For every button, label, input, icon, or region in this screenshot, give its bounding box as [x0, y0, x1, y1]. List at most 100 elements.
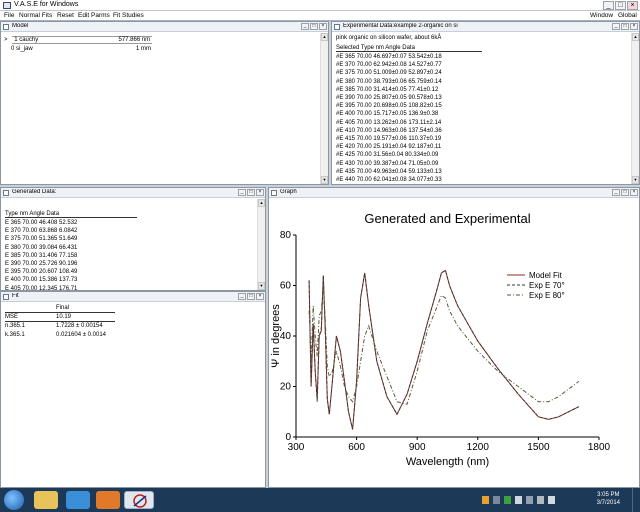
menu-window[interactable]: Window	[590, 12, 613, 19]
generated-scrollbar[interactable]: ▲ ▼	[257, 199, 265, 290]
internet-explorer-icon[interactable]	[66, 491, 90, 509]
table-row[interactable]: E 375 70.00 51.365 51.649	[5, 236, 77, 242]
model-window-title-bar[interactable]: Model _ □ ×	[1, 22, 328, 32]
menu-global[interactable]: Global	[618, 12, 637, 19]
fit-window: Fit _ □ × Final MSE 10.19 n.365.1 1.7228…	[0, 291, 266, 488]
window-icon	[3, 294, 9, 300]
experimental-scrollbar[interactable]: ▲ ▼	[631, 33, 639, 184]
file-explorer-icon[interactable]	[34, 491, 58, 509]
table-row[interactable]: #E 375 70.00 51.009±0.09 52.897±0.24	[336, 70, 442, 76]
menu-reset[interactable]: Reset	[57, 12, 74, 19]
legend-label: Exp E 80°	[529, 291, 565, 300]
tray-network-icon[interactable]	[537, 496, 544, 504]
table-row[interactable]: #E 440 70.00 62.041±0.08 34.077±0.33	[336, 177, 442, 183]
menu-file[interactable]: File	[4, 12, 14, 19]
table-row[interactable]: E 380 70.00 39.084 66.431	[5, 245, 77, 251]
taskbar-clock[interactable]: 3:05 PM 3/7/2014	[597, 491, 620, 507]
experimental-table-header: Selected Type nm Angle Data	[336, 45, 482, 52]
scroll-up-icon[interactable]: ▲	[632, 33, 639, 41]
menu-fit-studies[interactable]: Fit Studies	[113, 12, 144, 19]
generated-window-title-bar[interactable]: Generated Data: _ □ ×	[1, 188, 265, 198]
table-row[interactable]: E 385 70.00 31.406 77.158	[5, 253, 77, 259]
minimize-button[interactable]: _	[238, 189, 246, 196]
maximize-button[interactable]: □	[621, 23, 629, 30]
table-row[interactable]: E 395 70.00 20.607 108.49	[5, 269, 77, 275]
show-desktop-button[interactable]	[632, 488, 640, 512]
app-window-controls: _ □ ×	[603, 1, 638, 10]
table-row[interactable]: #E 370 70.00 62.942±0.08 14.527±0.77	[336, 62, 442, 68]
maximize-button[interactable]: □	[310, 23, 318, 30]
tray-volume-icon[interactable]	[548, 496, 555, 504]
table-row[interactable]: #E 430 70.00 39.387±0.04 71.05±0.09	[336, 161, 438, 167]
experimental-window-title-bar[interactable]: Experimental Data:example 2-organic on s…	[332, 22, 639, 32]
table-row[interactable]: #E 420 70.00 25.191±0.04 92.187±0.11	[336, 144, 441, 150]
close-button[interactable]: ×	[630, 189, 638, 196]
table-row[interactable]: #E 400 70.00 15.717±0.05 136.9±0.38	[336, 111, 438, 117]
minimize-button[interactable]: _	[612, 23, 620, 30]
tray-warning-icon[interactable]	[482, 496, 489, 504]
fit-window-title-bar[interactable]: Fit _ □ ×	[1, 292, 265, 302]
maximize-button[interactable]: □	[247, 293, 255, 300]
tray-app-icon[interactable]	[504, 496, 511, 504]
fit-value-mse: 10.19	[56, 314, 72, 320]
x-tick-label: 900	[409, 442, 426, 453]
app-title-bar: V.A.S.E for Windows _ □ ×	[0, 0, 640, 11]
generated-window-controls: _ □ ×	[238, 189, 264, 196]
graph-window-controls: _ □ ×	[612, 189, 638, 196]
graph-window-title-bar[interactable]: Graph _ □ ×	[269, 188, 639, 198]
fit-window-controls: _ □ ×	[238, 293, 264, 300]
close-button[interactable]: ×	[256, 189, 264, 196]
table-row[interactable]: #E 410 70.00 14.963±0.06 137.54±0.36	[336, 128, 442, 134]
table-row[interactable]: #E 405 70.00 13.262±0.06 173.11±2.14	[336, 120, 441, 126]
tray-app-icon[interactable]	[526, 496, 533, 504]
maximize-button[interactable]: □	[247, 189, 255, 196]
model-window: Model _ □ × > 1 cauchy 577.866 nm 0 si_j…	[0, 21, 329, 185]
minimize-button[interactable]: _	[603, 1, 614, 10]
scroll-down-icon[interactable]: ▼	[258, 282, 265, 290]
experimental-data-window: Experimental Data:example 2-organic on s…	[331, 21, 640, 185]
firefox-icon[interactable]	[96, 491, 120, 509]
model-layer-row[interactable]: > 1 cauchy 577.866 nm	[4, 36, 153, 44]
maximize-button[interactable]: □	[621, 189, 629, 196]
scroll-up-icon[interactable]: ▲	[258, 199, 265, 207]
fit-window-title: Fit	[12, 293, 19, 299]
minimize-button[interactable]: _	[612, 189, 620, 196]
model-layer-row[interactable]: 0 si_jaw 1 mm	[11, 46, 151, 52]
table-row[interactable]: #E 365 70.00 46.697±0.07 53.542±0.18	[336, 54, 442, 60]
close-button[interactable]: ×	[319, 23, 327, 30]
tray-app-icon[interactable]	[493, 496, 500, 504]
close-button[interactable]: ×	[256, 293, 264, 300]
table-row[interactable]: #E 395 70.00 20.698±0.05 108.82±0.15	[336, 103, 442, 109]
table-row[interactable]: E 365 70.00 46.408 52.532	[5, 220, 77, 226]
x-tick-label: 1200	[467, 442, 490, 453]
divider	[5, 321, 115, 322]
tray-app-icon[interactable]	[515, 496, 522, 504]
model-scrollbar[interactable]: ▲ ▼	[320, 33, 328, 184]
scroll-down-icon[interactable]: ▼	[632, 176, 639, 184]
vase-taskbar-icon[interactable]	[124, 491, 154, 509]
menu-edit-parms[interactable]: Edit Parms	[78, 12, 110, 19]
table-row[interactable]: E 400 70.00 15.386 137.73	[5, 277, 77, 283]
table-row[interactable]: E 370 70.00 63.868 6.0842	[5, 228, 77, 234]
minimize-button[interactable]: _	[238, 293, 246, 300]
table-row[interactable]: #E 425 70.00 31.56±0.04 80.334±0.09	[336, 152, 438, 158]
clock-date: 3/7/2014	[596, 500, 620, 506]
graph-window: Graph _ □ × Generated and Experimental 30…	[268, 187, 640, 488]
chart-background	[269, 199, 639, 487]
table-row[interactable]: #E 380 70.00 38.793±0.06 65.759±0.14	[336, 79, 442, 85]
scroll-down-icon[interactable]: ▼	[321, 176, 328, 184]
scroll-up-icon[interactable]: ▲	[321, 33, 328, 41]
close-button[interactable]: ×	[627, 1, 638, 10]
table-row[interactable]: #E 385 70.00 31.414±0.05 77.41±0.12	[336, 87, 438, 93]
generated-window-title: Generated Data:	[12, 189, 57, 195]
table-row[interactable]: #E 435 70.00 49.963±0.04 59.133±0.13	[336, 169, 442, 175]
close-button[interactable]: ×	[630, 23, 638, 30]
x-tick-label: 300	[288, 442, 305, 453]
maximize-button[interactable]: □	[615, 1, 626, 10]
table-row[interactable]: E 390 70.00 25.726 90.196	[5, 261, 77, 267]
menu-normal-fits[interactable]: Normal Fits	[19, 12, 52, 19]
table-row[interactable]: #E 415 70.00 19.577±0.06 110.37±0.19	[336, 136, 441, 142]
table-row[interactable]: #E 390 70.00 25.807±0.05 90.578±0.13	[336, 95, 442, 101]
start-button[interactable]	[4, 490, 24, 510]
minimize-button[interactable]: _	[301, 23, 309, 30]
